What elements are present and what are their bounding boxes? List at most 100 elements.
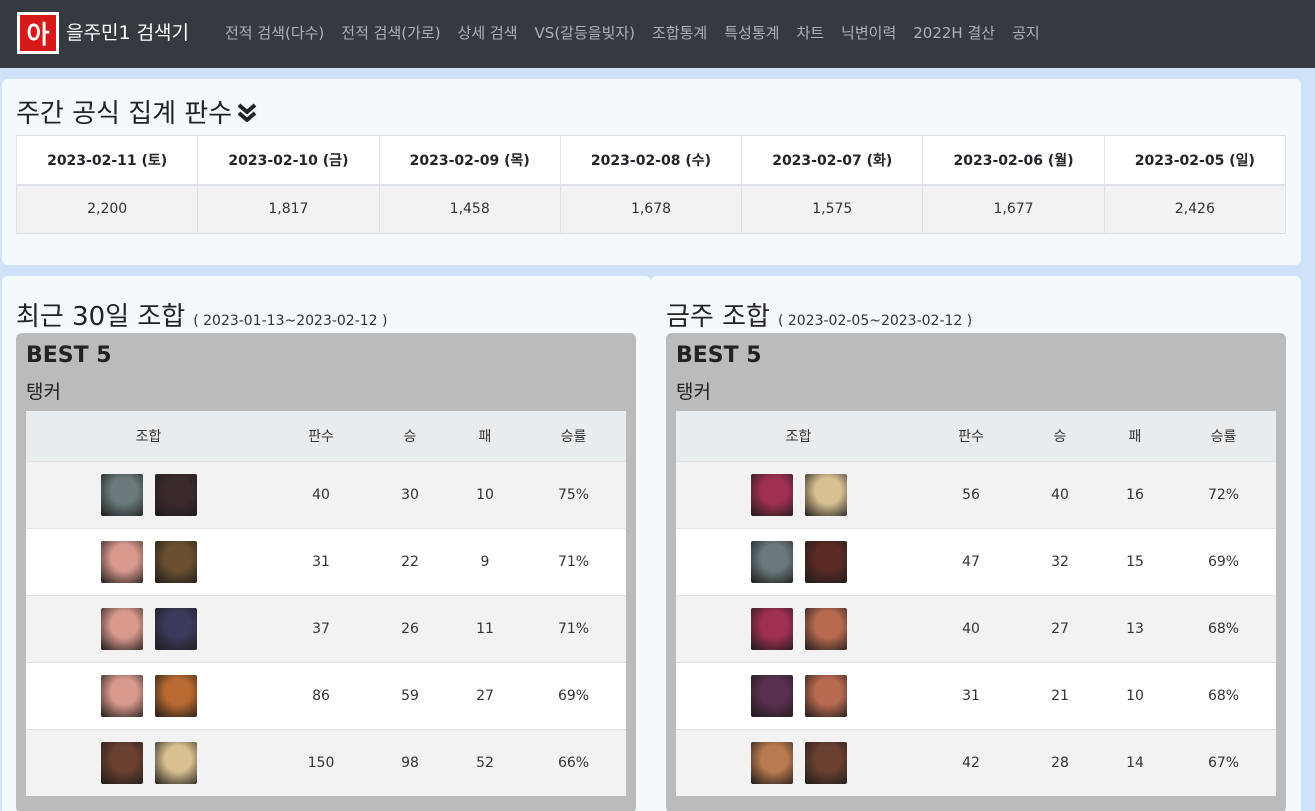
combo-cell	[676, 728, 921, 796]
table-row[interactable]: 42 28 14 67%	[676, 728, 1276, 796]
losses-cell: 10	[449, 460, 521, 528]
character-portrait[interactable]	[804, 473, 847, 516]
nav-link[interactable]: 조합통계	[652, 22, 707, 43]
combo-cell	[26, 527, 271, 595]
recent-best-card: BEST 5 탱커 조합 판수 승 패 승률 40 30 10 75% 31 2…	[16, 333, 636, 811]
nav-link[interactable]: 차트	[796, 22, 824, 43]
table-row[interactable]: 31 22 9 71%	[26, 527, 626, 595]
nav-link[interactable]: 2022H 결산	[913, 22, 995, 43]
character-portrait[interactable]	[804, 674, 847, 717]
date-header: 2023-02-05 (일)	[1103, 135, 1287, 186]
character-portrait[interactable]	[154, 473, 197, 516]
table-row[interactable]: 40 27 13 68%	[676, 594, 1276, 662]
daily-count: 2,426	[1103, 184, 1287, 234]
table-row[interactable]: 37 26 11 71%	[26, 594, 626, 662]
week-combo-title: 금주 조합 ( 2023-02-05~2023-02-12 )	[666, 296, 972, 333]
combo-table: 조합 판수 승 패 승률 56 40 16 72% 47 32 15 69% 4…	[676, 411, 1276, 796]
nav-link[interactable]: VS(갈등을빚자)	[535, 22, 636, 43]
character-portrait[interactable]	[100, 674, 143, 717]
table-row[interactable]: 86 59 27 69%	[26, 661, 626, 729]
wins-cell: 22	[371, 527, 449, 595]
wins-cell: 26	[371, 594, 449, 662]
games-cell: 42	[921, 728, 1021, 796]
col-header-combo: 조합	[676, 411, 921, 462]
daily-count: 1,678	[559, 184, 743, 234]
character-portrait[interactable]	[100, 473, 143, 516]
character-portrait[interactable]	[804, 741, 847, 784]
role-label: 탱커	[26, 381, 61, 403]
character-portrait[interactable]	[154, 674, 197, 717]
best-title: BEST 5	[676, 343, 762, 368]
nav-link[interactable]: 전적 검색(다수)	[225, 22, 324, 43]
character-portrait[interactable]	[804, 607, 847, 650]
rate-cell: 75%	[521, 460, 626, 528]
table-row[interactable]: 47 32 15 69%	[676, 527, 1276, 595]
nav-link[interactable]: 특성통계	[724, 22, 779, 43]
losses-cell: 9	[449, 527, 521, 595]
character-portrait[interactable]	[154, 540, 197, 583]
col-header-wins: 승	[1021, 411, 1099, 462]
character-portrait[interactable]	[100, 741, 143, 784]
nav-link[interactable]: 전적 검색(가로)	[341, 22, 440, 43]
wins-cell: 32	[1021, 527, 1099, 595]
weekly-title: 주간 공식 집계 판수	[16, 93, 258, 130]
character-portrait[interactable]	[750, 473, 793, 516]
games-cell: 47	[921, 527, 1021, 595]
character-portrait[interactable]	[154, 607, 197, 650]
losses-cell: 13	[1099, 594, 1171, 662]
date-header: 2023-02-10 (금)	[197, 135, 380, 186]
games-cell: 150	[271, 728, 371, 796]
character-portrait[interactable]	[750, 674, 793, 717]
table-row[interactable]: 40 30 10 75%	[26, 460, 626, 528]
date-header: 2023-02-07 (화)	[741, 135, 924, 186]
combo-table: 조합 판수 승 패 승률 40 30 10 75% 31 22 9 71% 37…	[26, 411, 626, 796]
weekly-count-panel: 주간 공식 집계 판수 2023-02-11 (토) 2023-02-10 (금…	[2, 79, 1301, 265]
combo-cell	[676, 460, 921, 528]
combo-cell	[26, 460, 271, 528]
combo-cell	[26, 728, 271, 796]
table-row[interactable]: 150 98 52 66%	[26, 728, 626, 796]
brand-name[interactable]: 을주민1 검색기	[66, 18, 189, 45]
character-portrait[interactable]	[100, 607, 143, 650]
date-header: 2023-02-06 (월)	[922, 135, 1105, 186]
rate-cell: 66%	[521, 728, 626, 796]
col-header-rate: 승률	[521, 411, 626, 462]
brand-logo[interactable]: 아	[17, 12, 59, 54]
date-header: 2023-02-11 (토)	[15, 135, 199, 186]
nav-link[interactable]: 공지	[1012, 22, 1040, 43]
rate-cell: 71%	[521, 594, 626, 662]
combo-cell	[676, 661, 921, 729]
character-portrait[interactable]	[154, 741, 197, 784]
character-portrait[interactable]	[804, 540, 847, 583]
character-portrait[interactable]	[750, 540, 793, 583]
wins-cell: 40	[1021, 460, 1099, 528]
character-portrait[interactable]	[100, 540, 143, 583]
games-cell: 86	[271, 661, 371, 729]
games-cell: 56	[921, 460, 1021, 528]
games-cell: 40	[271, 460, 371, 528]
week-best-card: BEST 5 탱커 조합 판수 승 패 승률 56 40 16 72% 47 3…	[666, 333, 1286, 811]
nav-link[interactable]: 상세 검색	[458, 22, 518, 43]
character-portrait[interactable]	[750, 741, 793, 784]
double-chevron-down-icon[interactable]	[236, 102, 258, 124]
daily-count: 1,817	[197, 184, 380, 234]
week-date-range: ( 2023-02-05~2023-02-12 )	[777, 313, 973, 329]
role-label: 탱커	[676, 381, 711, 403]
nav-link[interactable]: 닉변이력	[841, 22, 896, 43]
games-cell: 31	[271, 527, 371, 595]
rate-cell: 69%	[521, 661, 626, 729]
nav-links: 전적 검색(다수) 전적 검색(가로) 상세 검색 VS(갈등을빚자) 조합통계…	[225, 22, 1040, 43]
daily-count: 1,677	[922, 184, 1105, 234]
col-header-wins: 승	[371, 411, 449, 462]
daily-count: 1,575	[741, 184, 924, 234]
recent-combo-title: 최근 30일 조합 ( 2023-01-13~2023-02-12 )	[16, 296, 388, 333]
combo-cell	[26, 594, 271, 662]
date-header: 2023-02-09 (목)	[378, 135, 561, 186]
games-cell: 31	[921, 661, 1021, 729]
character-portrait[interactable]	[750, 607, 793, 650]
table-row[interactable]: 56 40 16 72%	[676, 460, 1276, 528]
rate-cell: 68%	[1171, 594, 1276, 662]
rate-cell: 68%	[1171, 661, 1276, 729]
recent-date-range: ( 2023-01-13~2023-02-12 )	[193, 313, 388, 329]
table-row[interactable]: 31 21 10 68%	[676, 661, 1276, 729]
